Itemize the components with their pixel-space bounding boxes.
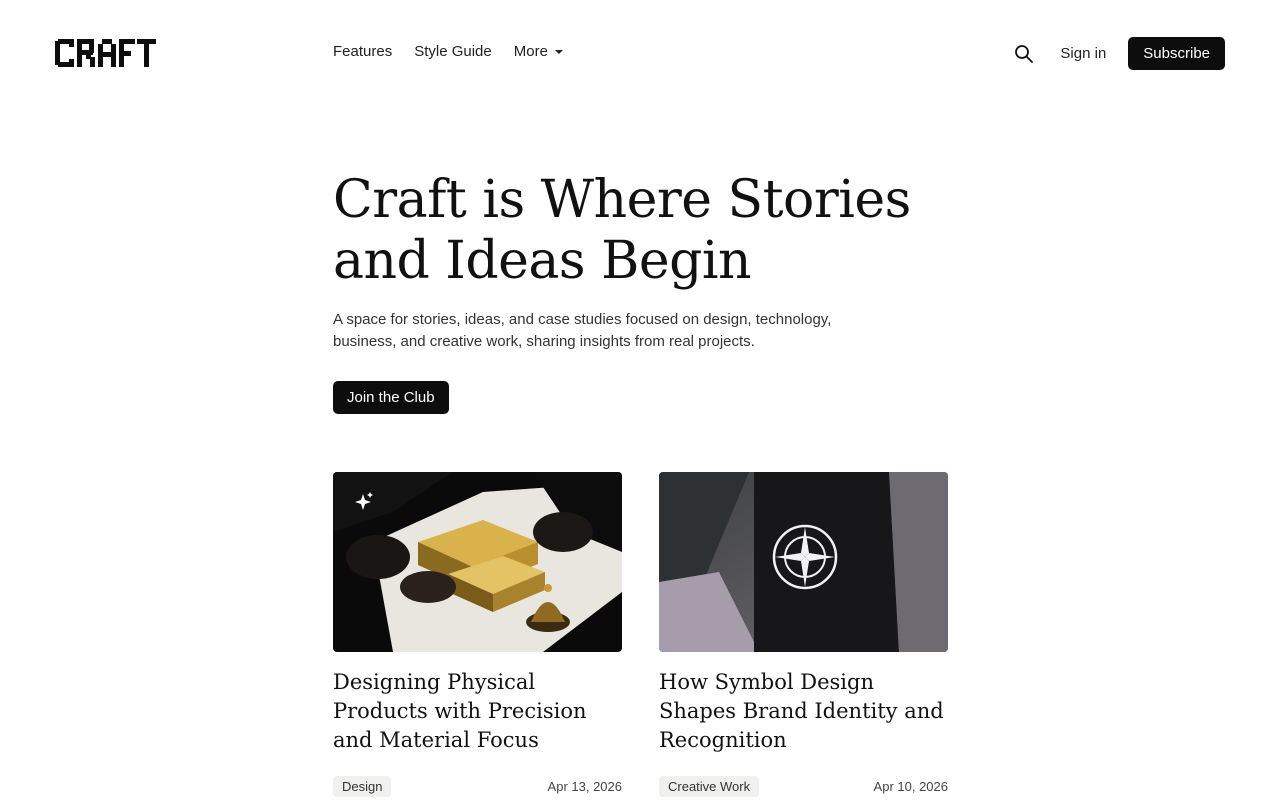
search-icon[interactable] — [1014, 44, 1034, 64]
hero-title: Craft is Where Stories and Ideas Begin — [333, 170, 953, 292]
gold-bars-image — [333, 472, 622, 652]
hero-title-line1: Craft is Where Stories — [333, 170, 911, 230]
nav-item-label: More — [513, 43, 548, 60]
nav-item-more[interactable]: More — [514, 43, 564, 60]
post-date: Apr 10, 2026 — [873, 779, 948, 794]
chevron-down-icon — [554, 49, 563, 54]
post-thumbnail[interactable] — [333, 472, 622, 652]
nav-item-features[interactable]: Features — [333, 43, 392, 60]
compass-icon — [772, 524, 838, 590]
hero-title-line2: and Ideas Begin — [333, 231, 752, 291]
post-title[interactable]: Designing Physical Products with Precisi… — [333, 668, 622, 756]
join-club-button[interactable]: Join the Club — [333, 381, 449, 414]
post-meta: Creative Work Apr 10, 2026 — [659, 776, 948, 797]
hero-description: A space for stories, ideas, and case stu… — [333, 311, 832, 350]
site-header: Features Style Guide More Sign in Subscr… — [0, 0, 1280, 106]
post-card[interactable]: Designing Physical Products with Precisi… — [333, 472, 622, 797]
main-nav: Features Style Guide More — [333, 43, 586, 60]
nav-item-style-guide[interactable]: Style Guide — [414, 43, 492, 60]
logo-wordmark — [55, 39, 156, 67]
post-tag[interactable]: Creative Work — [659, 776, 760, 797]
post-date: Apr 13, 2026 — [547, 779, 622, 794]
post-meta: Design Apr 13, 2026 — [333, 776, 622, 797]
compass-jacket-image — [659, 472, 948, 652]
craft-logo[interactable] — [55, 39, 156, 67]
subscribe-button[interactable]: Subscribe — [1128, 37, 1225, 70]
nav-item-label: Features — [333, 43, 393, 60]
header-actions: Sign in Subscribe — [1014, 37, 1225, 70]
post-title[interactable]: How Symbol Design Shapes Brand Identity … — [659, 668, 948, 756]
sign-in-link[interactable]: Sign in — [1060, 45, 1106, 62]
post-grid: Designing Physical Products with Precisi… — [333, 472, 985, 797]
hero-section: Craft is Where Stories and Ideas Begin A… — [333, 170, 953, 414]
post-card[interactable]: How Symbol Design Shapes Brand Identity … — [659, 472, 948, 797]
post-tag[interactable]: Design — [333, 776, 392, 797]
post-thumbnail[interactable] — [659, 472, 948, 652]
nav-item-label: Style Guide — [414, 43, 492, 60]
